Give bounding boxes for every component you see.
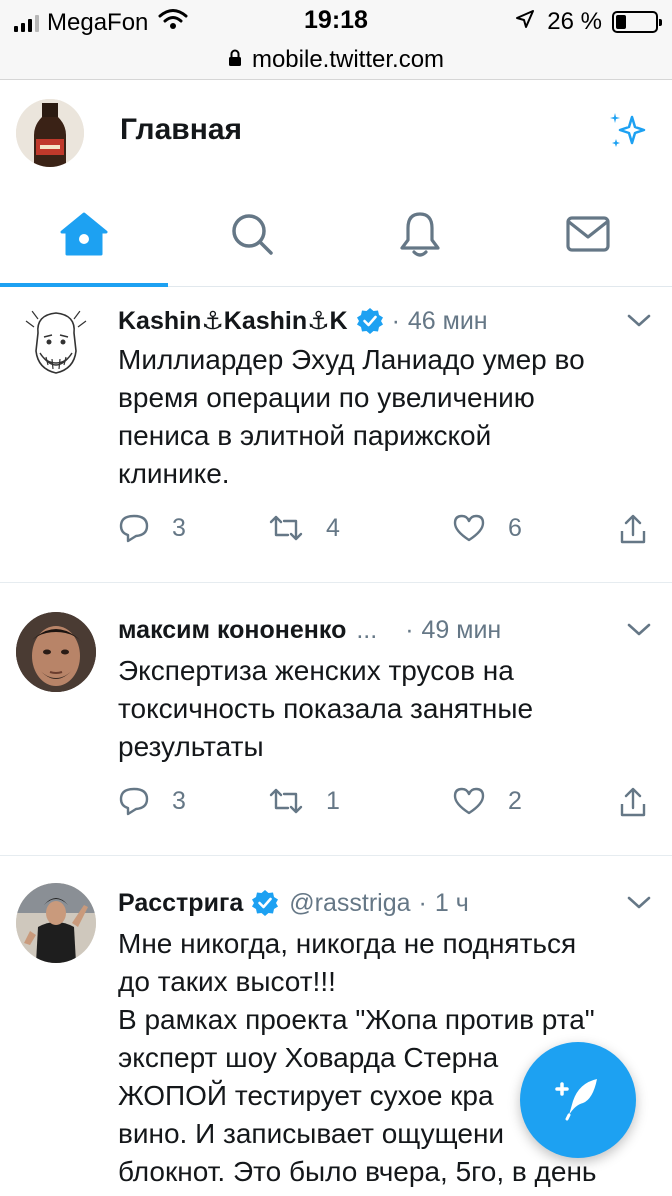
status-right: 26 % <box>515 8 662 36</box>
app-header: Главная <box>0 81 672 187</box>
reply-count: 3 <box>172 513 186 542</box>
share-button[interactable] <box>618 513 648 545</box>
chevron-down-icon[interactable] <box>626 307 652 336</box>
tab-home[interactable] <box>0 187 168 287</box>
tweet-author-name[interactable]: Расстрига <box>118 889 243 918</box>
chevron-down-icon[interactable] <box>626 889 652 918</box>
tweet[interactable]: Kashin⚓Kashin⚓K · 46 мин Миллиардер Эхуд… <box>0 289 672 583</box>
compose-feather-icon <box>553 1075 603 1126</box>
tweet-author-name[interactable]: Kashin⚓Kashin⚓K <box>118 306 348 336</box>
tweet-avatar[interactable] <box>16 883 96 963</box>
battery-icon <box>612 11 662 33</box>
tweet-separator: · <box>418 888 427 917</box>
tweet-header: максим кононенко ... · 49 мин <box>118 612 652 648</box>
tweet-actions: 3 4 6 <box>118 513 654 553</box>
retweet-count: 4 <box>326 513 340 542</box>
tweet-separator: · <box>391 306 400 335</box>
compose-tweet-button[interactable] <box>520 1042 636 1158</box>
mail-icon <box>565 215 611 258</box>
tweet-avatar[interactable] <box>16 303 96 383</box>
like-button[interactable]: 2 <box>452 786 522 816</box>
tweet-timestamp[interactable]: 49 мин <box>422 616 502 645</box>
tab-messages[interactable] <box>504 187 672 285</box>
retweet-button[interactable]: 1 <box>268 786 340 816</box>
reply-button[interactable]: 3 <box>118 513 186 543</box>
tweet-timestamp[interactable]: 1 ч <box>435 889 469 918</box>
home-icon <box>59 211 109 262</box>
tweet-author-handle[interactable]: @rasstriga <box>289 889 410 918</box>
tweet-avatar[interactable] <box>16 612 96 692</box>
like-count: 6 <box>508 513 522 542</box>
tweet-actions: 3 1 2 <box>118 786 654 826</box>
tweet-text: Миллиардер Эхуд Ланиадо умер во время оп… <box>118 344 585 489</box>
battery-percent: 26 % <box>547 8 602 35</box>
battery-fill <box>616 15 626 29</box>
tweet-timestamp[interactable]: 46 мин <box>408 307 488 336</box>
tweet-author-name[interactable]: максим кононенко <box>118 616 346 645</box>
bell-icon <box>398 210 442 263</box>
tweet-text: Экспертиза женских трусов на токсичность… <box>118 655 534 762</box>
tab-notifications[interactable] <box>336 187 504 285</box>
tweet-header: Kashin⚓Kashin⚓K · 46 мин <box>118 303 652 339</box>
retweet-count: 1 <box>326 786 340 815</box>
verified-badge-icon <box>356 307 384 335</box>
profile-avatar[interactable] <box>16 99 84 167</box>
search-icon <box>229 211 275 262</box>
reply-icon <box>119 514 149 543</box>
tweet-header: Расстрига @rasstriga · 1 ч <box>118 885 652 921</box>
url-bar[interactable]: mobile.twitter.com <box>0 40 672 80</box>
sparkle-icon[interactable] <box>606 109 650 158</box>
like-button[interactable]: 6 <box>452 513 522 543</box>
page-title: Главная <box>120 113 243 146</box>
tab-search[interactable] <box>168 187 336 285</box>
tweet-separator: · <box>405 615 414 644</box>
url-text: mobile.twitter.com <box>251 45 445 73</box>
nav-tabs <box>0 187 672 287</box>
lock-icon <box>228 46 242 74</box>
like-count: 2 <box>508 786 522 815</box>
tweet-author-handle: ... <box>356 615 378 644</box>
status-bar: MegaFon 19:18 26 % <box>0 0 672 40</box>
tweet[interactable]: максим кононенко ... · 49 мин Экспертиза… <box>0 584 672 856</box>
retweet-button[interactable]: 4 <box>268 513 340 543</box>
reply-count: 3 <box>172 786 186 815</box>
chevron-down-icon[interactable] <box>626 616 652 645</box>
share-button[interactable] <box>618 786 648 818</box>
verified-badge-icon <box>251 889 279 917</box>
reply-button[interactable]: 3 <box>118 786 186 816</box>
location-arrow-icon <box>515 8 535 36</box>
